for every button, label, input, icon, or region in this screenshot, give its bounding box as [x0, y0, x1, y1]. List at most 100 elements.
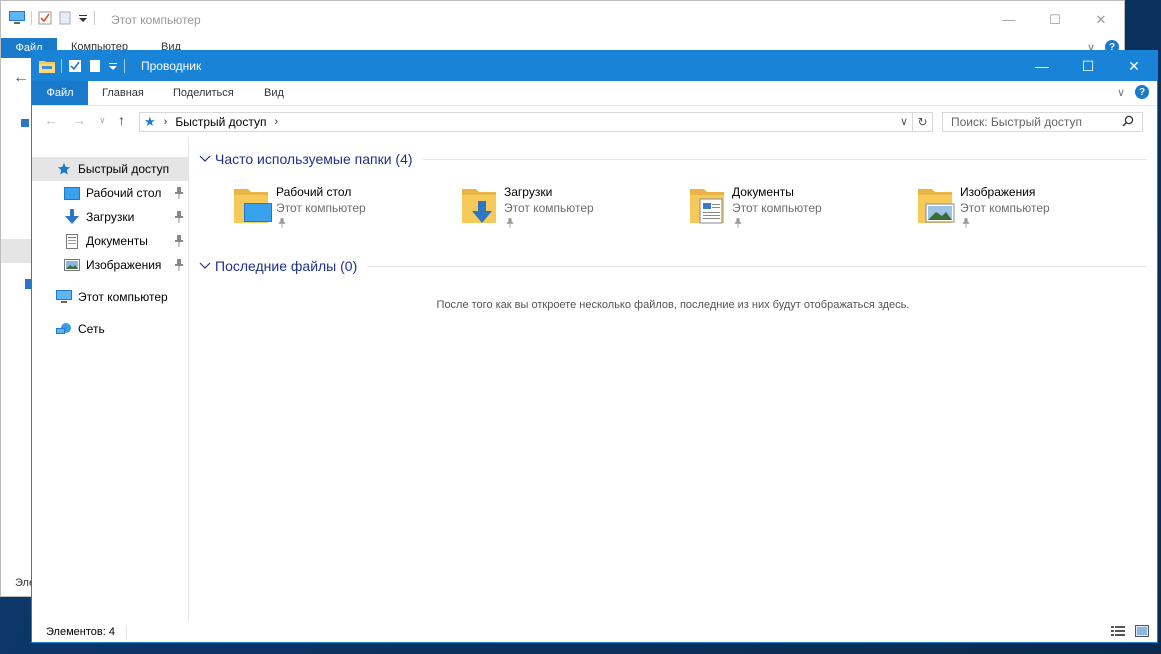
- sidebar-item-label: Рабочий стол: [86, 186, 162, 200]
- recent-empty-message: После того как вы откроете несколько фай…: [436, 299, 910, 311]
- sidebar-item-documents[interactable]: Документы: [32, 229, 188, 253]
- breadcrumb-chevron-icon[interactable]: ›: [164, 116, 168, 128]
- sidebar-item-label: Изображения: [86, 258, 162, 272]
- group-divider: [422, 158, 1147, 160]
- tile-documents-folder[interactable]: Документы Этот компьютер: [686, 181, 906, 231]
- tab-share[interactable]: Поделиться: [173, 87, 234, 99]
- status-bar: Элементов: 4: [32, 621, 1157, 643]
- background-titlebar[interactable]: Этот компьютер — ☐ ✕: [1, 1, 1124, 38]
- pictures-folder-icon: [918, 189, 955, 223]
- selected-nav-item[interactable]: [1, 239, 31, 263]
- window-controls: — ☐ ✕: [1019, 51, 1157, 81]
- desktop-folder-icon: [234, 189, 272, 223]
- minimize-icon[interactable]: —: [986, 1, 1032, 38]
- tile-pictures-folder[interactable]: Изображения Этот компьютер: [914, 181, 1134, 231]
- customize-toolbar-icon[interactable]: [78, 13, 88, 23]
- large-icons-view-icon[interactable]: [1135, 625, 1149, 637]
- tab-home[interactable]: Главная: [102, 87, 144, 99]
- close-icon[interactable]: ✕: [1078, 1, 1124, 38]
- window-title: Проводник: [141, 59, 202, 73]
- recent-files-group[interactable]: Последние файлы (0): [199, 258, 1147, 274]
- refresh-button[interactable]: ↻: [913, 112, 933, 132]
- recent-locations-icon[interactable]: ∨: [99, 115, 106, 126]
- nav-icon: [21, 119, 29, 127]
- tile-desktop-folder[interactable]: Рабочий стол Этот компьютер: [230, 181, 450, 231]
- sidebar-item-label: Этот компьютер: [78, 290, 168, 304]
- chevron-down-icon[interactable]: [199, 261, 211, 271]
- quick-access-star-icon: [56, 162, 72, 176]
- sidebar-item-network[interactable]: Сеть: [32, 317, 188, 341]
- network-icon: [56, 322, 72, 336]
- pin-icon[interactable]: [278, 218, 286, 228]
- address-bar[interactable]: ★ › Быстрый доступ › ∨: [139, 112, 913, 132]
- properties-icon[interactable]: [38, 11, 52, 25]
- group-divider: [367, 265, 1147, 267]
- breadcrumb-quick-access[interactable]: Быстрый доступ: [175, 115, 266, 129]
- tile-name: Рабочий стол: [276, 185, 352, 199]
- ribbon-right-controls: ∨ ?: [1117, 85, 1149, 99]
- ribbon-expand-icon[interactable]: ∨: [1117, 86, 1125, 99]
- details-view-icon[interactable]: [1111, 625, 1125, 637]
- toolbar-separator: [31, 11, 32, 25]
- breadcrumb-chevron-icon[interactable]: ›: [274, 116, 278, 128]
- tile-name: Изображения: [960, 185, 1036, 199]
- view-switcher: [1111, 625, 1149, 637]
- sidebar-item-desktop[interactable]: Рабочий стол: [32, 181, 188, 205]
- frequent-folders-group[interactable]: Часто используемые папки (4): [199, 151, 1147, 167]
- back-arrow-icon[interactable]: ←: [13, 69, 29, 87]
- chevron-down-icon[interactable]: [199, 154, 211, 164]
- background-window-controls: — ☐ ✕: [986, 1, 1124, 38]
- tile-location: Этот компьютер: [276, 201, 366, 215]
- forward-arrow-icon[interactable]: →: [72, 112, 86, 128]
- up-arrow-icon[interactable]: ↑: [118, 112, 125, 128]
- help-icon[interactable]: ?: [1135, 85, 1149, 99]
- tab-file[interactable]: Файл: [32, 81, 88, 105]
- ribbon-tabs: Файл Главная Поделиться Вид ∨ ?: [32, 81, 1157, 106]
- navigation-pane: Быстрый доступ Рабочий стол Загрузки Док…: [32, 137, 189, 621]
- search-input[interactable]: [942, 112, 1143, 132]
- background-window-title: Этот компьютер: [111, 13, 201, 27]
- folder-app-icon: [39, 61, 55, 73]
- new-folder-icon[interactable]: [88, 59, 102, 73]
- sidebar-item-label: Сеть: [78, 322, 105, 336]
- tile-name: Загрузки: [504, 185, 553, 199]
- sidebar-item-label: Быстрый доступ: [78, 162, 170, 176]
- pin-icon[interactable]: [174, 235, 184, 247]
- background-quick-access-toolbar: [9, 11, 95, 25]
- pin-icon[interactable]: [734, 218, 742, 228]
- search-icon[interactable]: [1122, 115, 1134, 127]
- pin-icon[interactable]: [174, 187, 184, 199]
- sidebar-item-downloads[interactable]: Загрузки: [32, 205, 188, 229]
- sidebar-item-this-pc[interactable]: Этот компьютер: [32, 285, 188, 309]
- minimize-icon[interactable]: —: [1019, 51, 1065, 81]
- maximize-icon[interactable]: ☐: [1032, 1, 1078, 38]
- quick-access-toolbar: [39, 57, 125, 75]
- sidebar-item-label: Загрузки: [86, 210, 135, 224]
- back-arrow-icon[interactable]: ←: [44, 112, 58, 128]
- toolbar-separator: [94, 11, 95, 25]
- titlebar[interactable]: Проводник — ☐ ✕: [32, 51, 1157, 81]
- sidebar-item-pictures[interactable]: Изображения: [32, 253, 188, 277]
- pin-icon[interactable]: [174, 211, 184, 223]
- computer-icon: [9, 11, 25, 24]
- tile-location: Этот компьютер: [732, 201, 822, 215]
- tile-name: Документы: [732, 185, 794, 199]
- explorer-window[interactable]: Проводник — ☐ ✕ Файл Главная Поделиться …: [31, 50, 1158, 643]
- refresh-icon: ↻: [917, 115, 928, 129]
- maximize-icon[interactable]: ☐: [1065, 51, 1111, 81]
- address-dropdown-icon[interactable]: ∨: [900, 115, 908, 128]
- tab-view[interactable]: Вид: [264, 87, 284, 99]
- pin-icon[interactable]: [174, 259, 184, 271]
- close-icon[interactable]: ✕: [1111, 51, 1157, 81]
- tile-downloads-folder[interactable]: Загрузки Этот компьютер: [458, 181, 678, 231]
- sidebar-item-quick-access[interactable]: Быстрый доступ: [32, 157, 188, 181]
- customize-toolbar-icon[interactable]: [108, 61, 118, 71]
- properties-icon[interactable]: [68, 59, 82, 73]
- new-folder-icon[interactable]: [58, 11, 72, 25]
- tile-location: Этот компьютер: [504, 201, 594, 215]
- pin-icon[interactable]: [506, 218, 514, 228]
- computer-icon: [56, 290, 72, 304]
- pin-icon[interactable]: [962, 218, 970, 228]
- documents-folder-icon: [690, 189, 724, 224]
- items-count: Элементов: 4: [46, 626, 115, 638]
